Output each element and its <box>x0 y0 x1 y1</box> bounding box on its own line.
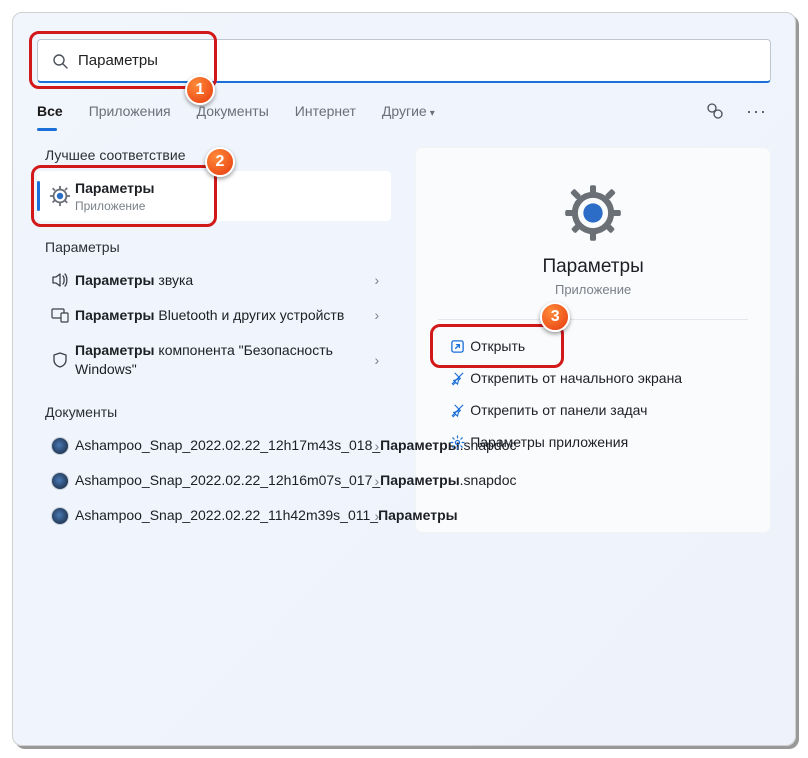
preview-title: Параметры <box>438 256 748 278</box>
divider <box>438 319 748 320</box>
chevron-right-icon: › <box>373 352 382 368</box>
action-open-label: Открыть <box>470 338 525 354</box>
action-open[interactable]: Открыть <box>438 330 748 362</box>
start-search-window: Параметры 1 Все Приложения Документы Инт… <box>12 12 796 746</box>
annotation-badge-3: 3 <box>540 302 570 332</box>
chevron-right-icon: › <box>373 307 382 323</box>
result-title: Параметры <box>75 180 155 196</box>
tab-web[interactable]: Интернет <box>295 97 356 125</box>
tab-all[interactable]: Все <box>37 97 63 125</box>
document-thumb-icon <box>45 472 75 490</box>
results-pane: Лучшее соответствие Параметры Приложение… <box>37 147 391 533</box>
search-text: Параметры <box>78 52 158 69</box>
chevron-down-icon: ▾ <box>430 108 435 119</box>
preview-app-icon <box>438 184 748 242</box>
action-unpin-taskbar[interactable]: Открепить от панели задач <box>438 394 748 426</box>
result-bluetooth-settings[interactable]: Параметры Bluetooth и других устройств › <box>37 298 391 333</box>
action-app-settings-label: Параметры приложения <box>470 434 628 450</box>
more-options-icon[interactable]: ··· <box>742 102 771 120</box>
open-icon <box>444 339 470 354</box>
result-document-0[interactable]: Ashampoo_Snap_2022.02.22_12h17m43s_018_П… <box>37 428 391 463</box>
tab-more-label: Другие <box>382 103 427 119</box>
filters-icon[interactable] <box>706 102 724 120</box>
action-unpin-start-label: Открепить от начального экрана <box>470 370 682 386</box>
search-container: Параметры 1 <box>37 39 771 83</box>
chevron-right-icon: › <box>373 438 382 454</box>
section-settings: Параметры <box>45 239 391 255</box>
unpin-icon <box>444 403 470 418</box>
result-security-settings[interactable]: Параметры компонента "Безопасность Windo… <box>37 333 391 387</box>
chevron-right-icon: › <box>373 473 382 489</box>
tab-more[interactable]: Другие▾ <box>382 97 435 125</box>
section-documents: Документы <box>45 404 391 420</box>
gear-icon <box>45 185 75 207</box>
result-document-1[interactable]: Ashampoo_Snap_2022.02.22_12h16m07s_017_П… <box>37 463 391 498</box>
filter-tabs: Все Приложения Документы Интернет Другие… <box>37 97 771 125</box>
result-subtitle: Приложение <box>75 199 381 213</box>
speaker-icon <box>45 271 75 289</box>
preview-subtitle: Приложение <box>438 282 748 297</box>
result-sound-settings[interactable]: Параметры звука › <box>37 263 391 298</box>
result-best-match[interactable]: Параметры Приложение <box>37 171 391 221</box>
chevron-right-icon: › <box>373 508 382 524</box>
result-document-2[interactable]: Ashampoo_Snap_2022.02.22_11h42m39s_011_П… <box>37 498 391 533</box>
devices-icon <box>45 306 75 324</box>
gear-icon <box>444 435 470 450</box>
unpin-icon <box>444 371 470 386</box>
tab-documents[interactable]: Документы <box>197 97 269 125</box>
tab-apps[interactable]: Приложения <box>89 97 171 125</box>
search-icon <box>52 53 68 69</box>
section-best-match: Лучшее соответствие <box>45 147 391 163</box>
action-unpin-taskbar-label: Открепить от панели задач <box>470 402 647 418</box>
document-thumb-icon <box>45 437 75 455</box>
search-input[interactable]: Параметры <box>37 39 771 83</box>
document-thumb-icon <box>45 507 75 525</box>
chevron-right-icon: › <box>373 272 382 288</box>
action-unpin-start[interactable]: Открепить от начального экрана <box>438 362 748 394</box>
action-app-settings[interactable]: Параметры приложения <box>438 426 748 458</box>
shield-icon <box>45 351 75 369</box>
